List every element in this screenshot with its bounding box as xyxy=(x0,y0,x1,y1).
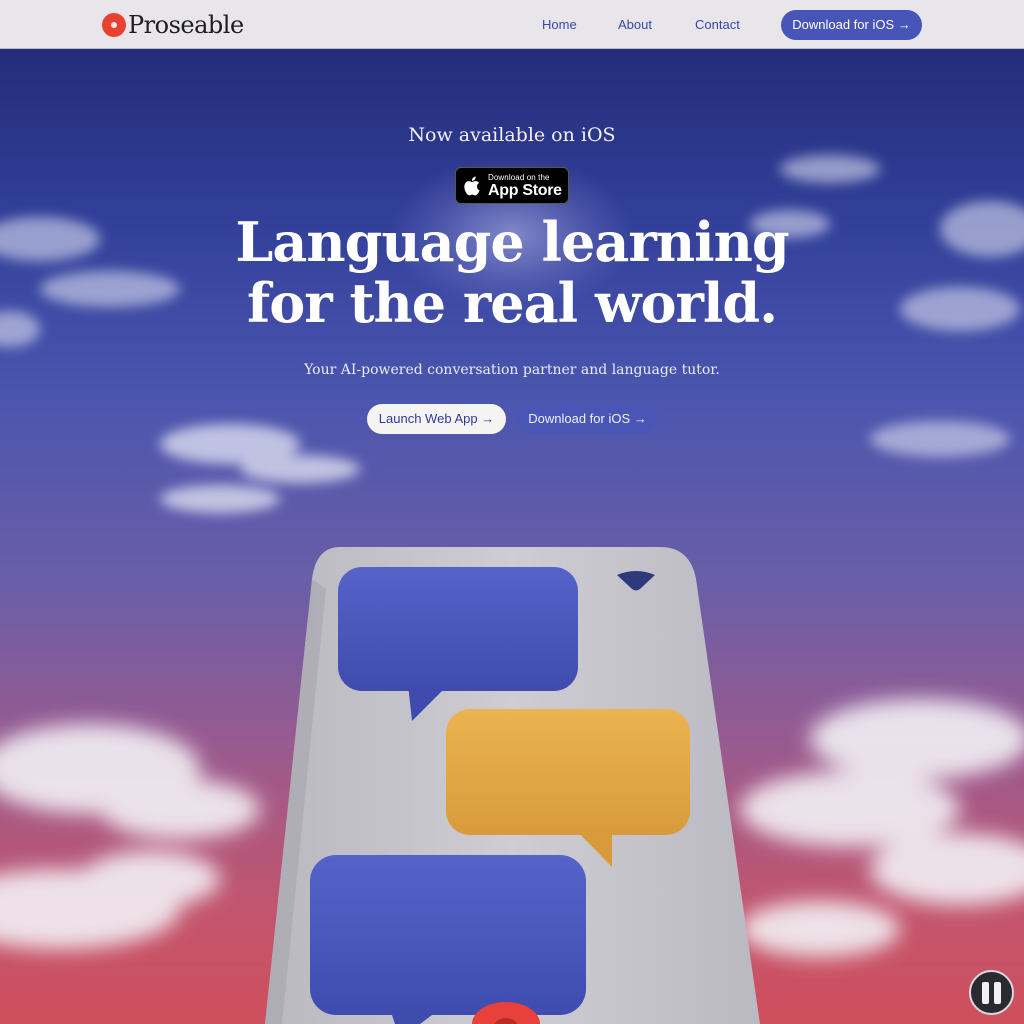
pause-animation-button[interactable] xyxy=(969,970,1014,1015)
launch-web-app-button[interactable]: Launch Web App → xyxy=(367,404,506,434)
app-store-badge[interactable]: Download on the App Store xyxy=(455,167,569,204)
nav-link-contact[interactable]: Contact xyxy=(695,16,740,33)
logo-icon xyxy=(102,13,126,37)
hero-eyebrow: Now available on iOS xyxy=(408,124,616,146)
nav-link-home[interactable]: Home xyxy=(542,16,577,33)
hero-download-ios-button[interactable]: Download for iOS → xyxy=(517,404,658,434)
apple-icon xyxy=(464,176,480,195)
appstore-small-text: Download on the xyxy=(488,172,550,182)
hero-section: Now available on iOS Download on the App… xyxy=(0,49,1024,1024)
hero-headline: Language learning for the real world. xyxy=(0,212,1024,334)
headline-line-2: for the real world. xyxy=(247,271,778,335)
nav-link-about[interactable]: About xyxy=(618,16,652,33)
nav-download-ios-button[interactable]: Download for iOS → xyxy=(781,10,922,40)
appstore-big-text: App Store xyxy=(488,181,562,199)
hero-subhead: Your AI-powered conversation partner and… xyxy=(304,362,720,378)
headline-line-1: Language learning xyxy=(235,210,789,274)
pause-icon-bar xyxy=(994,981,1001,1004)
brand-name: Proseable xyxy=(128,11,244,39)
brand-logo[interactable]: Proseable xyxy=(102,11,244,39)
pause-icon xyxy=(982,981,989,1004)
top-nav: Proseable Home About Contact Download fo… xyxy=(0,0,1024,49)
